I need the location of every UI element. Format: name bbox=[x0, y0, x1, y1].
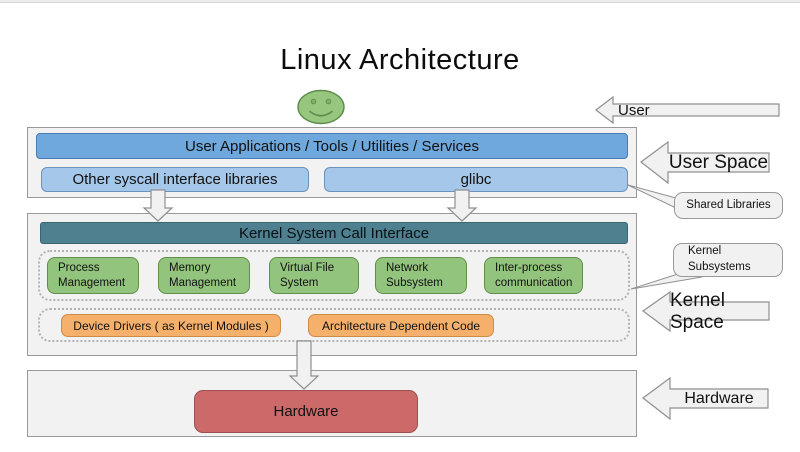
kernel-syscall-interface-label: Kernel System Call Interface bbox=[239, 225, 429, 242]
kernel-space-label-arrow: Kernel Space bbox=[642, 291, 771, 332]
user-space-panel: User Applications / Tools / Utilities / … bbox=[27, 127, 637, 198]
hardware-box[interactable]: Hardware bbox=[194, 390, 418, 433]
subsystem-interprocess-communication[interactable]: Inter-process communication bbox=[484, 257, 583, 294]
syscall-libraries-label: Other syscall interface libraries bbox=[72, 171, 277, 188]
subsystem-label: Memory Management bbox=[169, 261, 245, 291]
user-label-arrow: User bbox=[595, 96, 781, 124]
kernel-subsystems-callout: Kernel Subsystems bbox=[673, 243, 783, 277]
kernel-subsystems-label-line1: Kernel bbox=[688, 244, 782, 260]
syscall-libraries-box[interactable]: Other syscall interface libraries bbox=[41, 167, 309, 192]
kernel-space-panel: Kernel System Call Interface Process Man… bbox=[27, 213, 637, 356]
subsystem-label: Inter-process communication bbox=[495, 261, 578, 291]
top-divider bbox=[0, 0, 800, 3]
user-space-label-arrow: User Space bbox=[640, 141, 771, 184]
subsystem-virtual-file-system[interactable]: Virtual File System bbox=[269, 257, 359, 294]
kernel-syscall-interface-bar[interactable]: Kernel System Call Interface bbox=[40, 222, 628, 244]
user-label: User bbox=[618, 96, 650, 124]
subsystem-network-subsystem[interactable]: Network Subsystem bbox=[375, 257, 467, 294]
kernel-space-label: Kernel Space bbox=[670, 291, 769, 332]
shared-libraries-callout: Shared Libraries bbox=[674, 192, 783, 219]
kernel-subsystems-label-line2: Subsystems bbox=[688, 260, 782, 276]
subsystem-label: Virtual File System bbox=[280, 261, 354, 291]
user-space-label: User Space bbox=[668, 141, 769, 184]
page-title: Linux Architecture bbox=[0, 44, 800, 77]
device-drivers-label: Device Drivers ( as Kernel Modules ) bbox=[73, 319, 268, 333]
subsystem-label: Network Subsystem bbox=[386, 261, 462, 291]
subsystem-memory-management[interactable]: Memory Management bbox=[158, 257, 250, 294]
shared-libraries-label: Shared Libraries bbox=[686, 198, 770, 214]
smiley-face-icon bbox=[297, 89, 345, 125]
subsystem-label: Process Management bbox=[58, 261, 134, 291]
device-drivers-box[interactable]: Device Drivers ( as Kernel Modules ) bbox=[61, 314, 281, 337]
glibc-label: glibc bbox=[461, 171, 492, 188]
hardware-panel: Hardware bbox=[27, 370, 637, 437]
user-applications-label: User Applications / Tools / Utilities / … bbox=[185, 138, 479, 155]
hardware-label: Hardware bbox=[670, 377, 768, 420]
hardware-label-arrow: Hardware bbox=[642, 377, 770, 420]
linux-architecture-diagram: Linux Architecture User Applications / T… bbox=[0, 0, 800, 452]
architecture-code-label: Architecture Dependent Code bbox=[322, 319, 480, 333]
glibc-box[interactable]: glibc bbox=[324, 167, 628, 192]
architecture-dependent-code-box[interactable]: Architecture Dependent Code bbox=[308, 314, 494, 337]
subsystem-process-management[interactable]: Process Management bbox=[47, 257, 139, 294]
hardware-box-label: Hardware bbox=[273, 403, 338, 420]
user-applications-bar[interactable]: User Applications / Tools / Utilities / … bbox=[36, 133, 628, 159]
